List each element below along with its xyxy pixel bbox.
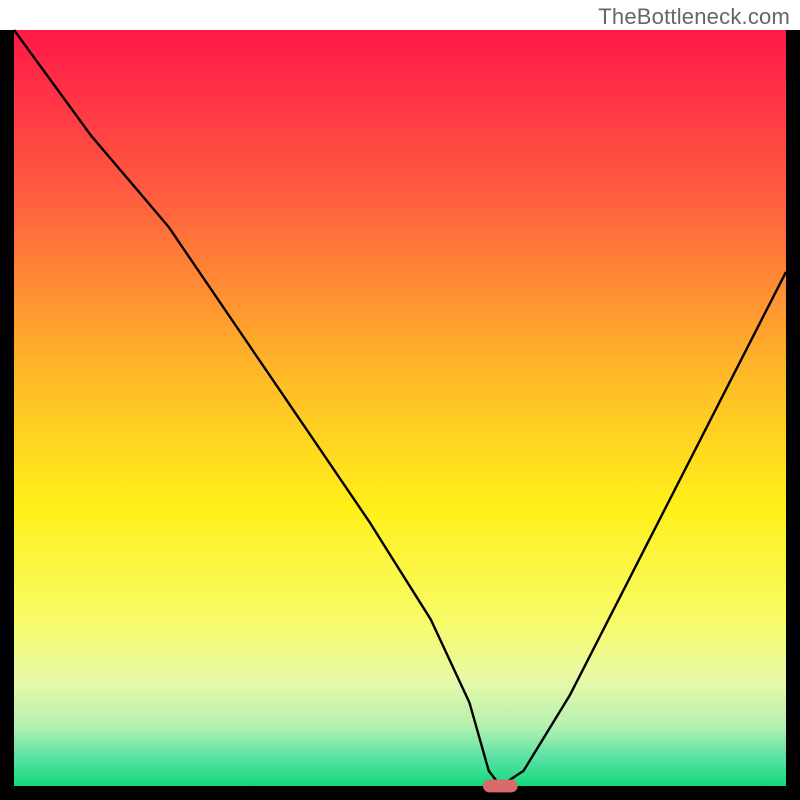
- chart-container: TheBottleneck.com: [0, 0, 800, 800]
- plot-background: [14, 30, 786, 786]
- watermark-text: TheBottleneck.com: [598, 4, 790, 30]
- bottleneck-chart: [0, 0, 800, 800]
- optimal-marker: [483, 780, 518, 793]
